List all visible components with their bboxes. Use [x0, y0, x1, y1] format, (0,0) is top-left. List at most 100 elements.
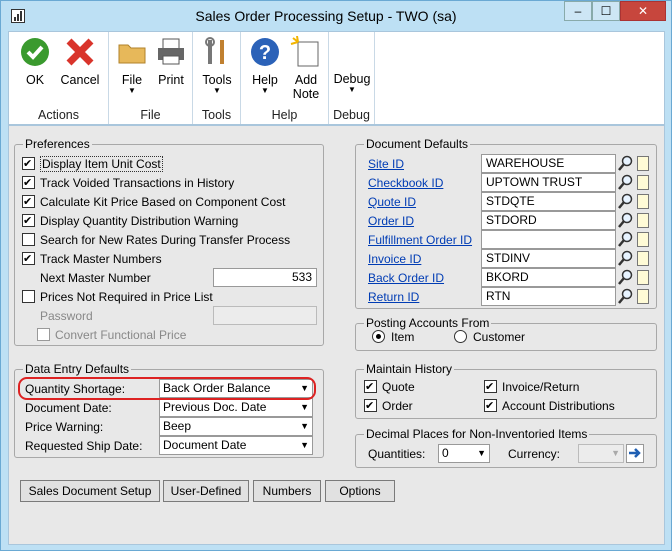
lookup-icon[interactable]	[618, 269, 634, 285]
checkbox[interactable]	[22, 250, 35, 268]
printer-icon	[158, 38, 184, 65]
user-defined-button[interactable]: User-Defined	[163, 480, 249, 502]
radio[interactable]	[372, 330, 385, 343]
quantities-label: Quantities:	[368, 447, 426, 461]
doc-default-field[interactable]: BKORD	[481, 268, 616, 287]
posting-item-radio[interactable]: Item	[372, 328, 414, 346]
maintain-history-group: Maintain History Quote Order Invoice/Ret…	[355, 362, 657, 419]
history-account-distributions[interactable]: Account Distributions	[484, 397, 615, 415]
history-quote[interactable]: Quote	[364, 378, 415, 396]
next-master-number-field[interactable]: 533	[213, 268, 317, 287]
pref-convert-functional[interactable]: Convert Functional Price	[37, 326, 186, 344]
posting-customer-radio[interactable]: Customer	[454, 328, 525, 346]
doc-default-field[interactable]: UPTOWN TRUST	[481, 173, 616, 192]
checkbox[interactable]	[22, 193, 35, 211]
note-icon[interactable]	[637, 232, 649, 247]
checkbox[interactable]	[22, 233, 35, 246]
lookup-icon[interactable]	[618, 174, 634, 190]
doc-default-field[interactable]: STDORD	[481, 211, 616, 230]
checkbox[interactable]	[37, 328, 50, 341]
lookup-icon[interactable]	[618, 288, 634, 304]
history-label: Quote	[382, 380, 415, 394]
history-invoice-return[interactable]: Invoice/Return	[484, 378, 579, 396]
pref-prices-not-required[interactable]: Prices Not Required in Price List	[22, 288, 213, 306]
lookup-icon[interactable]	[618, 250, 634, 266]
pref-track-voided[interactable]: Track Voided Transactions in History	[22, 174, 234, 192]
lookup-icon[interactable]	[618, 231, 634, 247]
pref-search-new-rates[interactable]: Search for New Rates During Transfer Pro…	[22, 231, 290, 249]
data-entry-defaults-title: Data Entry Defaults	[23, 362, 132, 376]
group-label-debug: Debug	[333, 108, 370, 122]
pref-label: Track Master Numbers	[40, 252, 162, 266]
doc-default-link[interactable]: Order ID	[368, 212, 414, 230]
doc-default-link[interactable]: Fulfillment Order ID	[368, 231, 472, 249]
note-icon[interactable]	[637, 289, 649, 304]
data-entry-dropdown[interactable]: Document Date ▼	[159, 436, 313, 455]
currency-dropdown[interactable]: ▼	[578, 444, 624, 463]
checkbox[interactable]	[22, 212, 35, 230]
radio[interactable]	[454, 330, 467, 343]
ribbon-group-file: File ▼ Print File	[109, 32, 193, 124]
doc-default-field[interactable]	[481, 230, 616, 249]
doc-default-link[interactable]: Site ID	[368, 155, 404, 173]
quantities-dropdown[interactable]: 0 ▼	[438, 444, 490, 463]
sales-document-setup-button[interactable]: Sales Document Setup	[20, 480, 160, 502]
tools-menu-button[interactable]: Tools ▼	[199, 36, 235, 95]
password-field[interactable]	[213, 306, 317, 325]
doc-default-link[interactable]: Quote ID	[368, 193, 416, 211]
lookup-icon[interactable]	[618, 193, 634, 209]
file-menu-button[interactable]: File ▼	[115, 36, 149, 95]
lookup-icon[interactable]	[618, 155, 634, 171]
note-icon[interactable]	[637, 194, 649, 209]
add-note-icon	[290, 35, 319, 67]
note-icon[interactable]	[637, 175, 649, 190]
checkbox[interactable]	[364, 378, 377, 396]
checkbox[interactable]	[22, 174, 35, 192]
history-order[interactable]: Order	[364, 397, 413, 415]
pref-track-master-numbers[interactable]: Track Master Numbers	[22, 250, 162, 268]
ok-button[interactable]: OK	[15, 36, 55, 87]
chevron-down-icon: ▼	[300, 402, 309, 412]
print-label: Print	[158, 73, 184, 87]
doc-default-link[interactable]: Checkbook ID	[368, 174, 443, 192]
data-entry-dropdown[interactable]: Beep ▼	[159, 417, 313, 436]
numbers-button[interactable]: Numbers	[253, 480, 321, 502]
pref-display-item-unit-cost[interactable]: Display Item Unit Cost	[22, 155, 163, 173]
sop-setup-window: Sales Order Processing Setup - TWO (sa) …	[0, 0, 672, 551]
doc-default-link[interactable]: Back Order ID	[368, 269, 444, 287]
checkbox[interactable]	[484, 397, 497, 415]
posting-accounts-group: Posting Accounts From Item Customer	[355, 316, 657, 351]
pref-qty-distribution-warning[interactable]: Display Quantity Distribution Warning	[22, 212, 238, 230]
doc-default-field[interactable]: WAREHOUSE	[481, 154, 616, 173]
doc-default-link[interactable]: Invoice ID	[368, 250, 421, 268]
add-note-button[interactable]: Add Note	[287, 35, 325, 101]
print-button[interactable]: Print	[153, 36, 189, 87]
doc-default-link[interactable]: Return ID	[368, 288, 419, 306]
note-icon[interactable]	[637, 251, 649, 266]
note-icon[interactable]	[637, 156, 649, 171]
checkbox[interactable]	[484, 378, 497, 396]
note-icon[interactable]	[637, 213, 649, 228]
pref-calc-kit-price[interactable]: Calculate Kit Price Based on Component C…	[22, 193, 285, 211]
file-label: File	[121, 73, 143, 87]
x-icon	[66, 38, 94, 66]
checkbox[interactable]	[22, 290, 35, 303]
checkbox[interactable]	[22, 155, 35, 173]
close-button[interactable]: ✕	[620, 1, 666, 21]
minimize-button[interactable]: –	[564, 1, 592, 21]
data-entry-dropdown[interactable]: Previous Doc. Date ▼	[159, 398, 313, 417]
doc-default-field[interactable]: STDQTE	[481, 192, 616, 211]
doc-default-field[interactable]: STDINV	[481, 249, 616, 268]
currency-expand-button[interactable]	[626, 444, 644, 463]
doc-default-field[interactable]: RTN	[481, 287, 616, 306]
options-button[interactable]: Options	[325, 480, 395, 502]
lookup-icon[interactable]	[618, 212, 634, 228]
debug-menu-button[interactable]: Debug ▼	[331, 72, 373, 94]
checkbox[interactable]	[364, 397, 377, 415]
maximize-button[interactable]: ☐	[592, 1, 620, 21]
note-icon[interactable]	[637, 270, 649, 285]
pref-label: Display Quantity Distribution Warning	[40, 214, 239, 228]
chevron-down-icon: ▼	[300, 440, 309, 450]
cancel-button[interactable]: Cancel	[57, 36, 103, 87]
help-menu-button[interactable]: ? Help ▼	[247, 36, 283, 95]
